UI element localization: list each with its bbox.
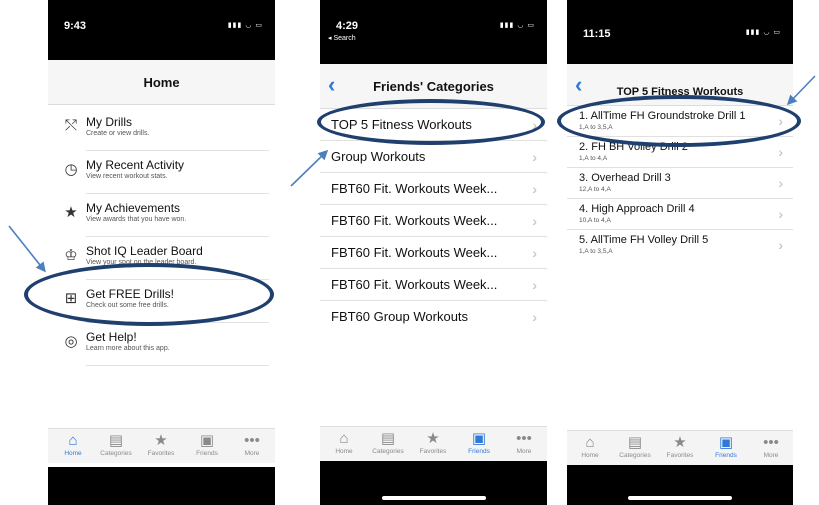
arrow-to-free-drills <box>8 225 46 273</box>
arrow-to-drill-1 <box>786 75 816 106</box>
arrow-to-group-workouts <box>290 149 329 187</box>
annotation-arrows <box>8 75 816 273</box>
